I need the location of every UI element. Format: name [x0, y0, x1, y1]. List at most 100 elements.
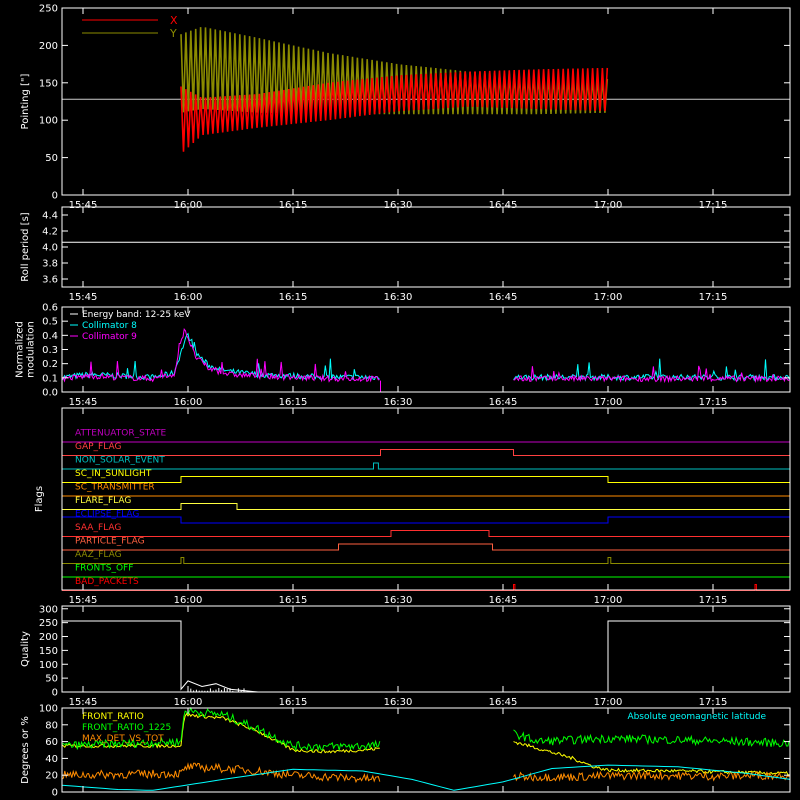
y-tick-label: 300	[39, 604, 58, 615]
y-tick-label: 0.6	[42, 303, 58, 314]
y-tick-label: 3.8	[42, 259, 58, 270]
panel-frame-quality	[61, 605, 791, 693]
x-tick-label: 16:00	[174, 697, 203, 708]
x-tick-label: 17:00	[594, 697, 623, 708]
x-tick-label: 16:30	[384, 397, 413, 408]
y-axis-label: Pointing ["]	[20, 73, 31, 129]
x-tick-label: 16:30	[384, 595, 413, 606]
legend-label: FRONT_RATIO	[82, 712, 144, 722]
y-tick-label: 0.3	[42, 345, 58, 356]
x-tick-label: 17:00	[594, 595, 623, 606]
y-tick-label: 200	[39, 632, 58, 643]
y-tick-label: 4.0	[42, 243, 58, 254]
y-tick-label: 0.0	[42, 388, 58, 399]
flag-label: SC_TRANSMITTER	[75, 483, 155, 493]
x-tick-label: 16:45	[489, 697, 518, 708]
x-tick-label: 16:30	[384, 697, 413, 708]
x-tick-label: 15:45	[69, 697, 98, 708]
y-tick-label: 100	[39, 660, 58, 671]
y-tick-label: 20	[45, 771, 58, 782]
x-tick-label: 16:45	[489, 397, 518, 408]
y-axis-label: Degrees or %	[20, 716, 31, 784]
panel-quality	[62, 620, 790, 693]
x-tick-label: 16:15	[279, 292, 308, 303]
flag-label: ATTENUATOR_STATE	[75, 429, 167, 439]
series-x	[180, 67, 609, 152]
y-tick-label: 250	[39, 4, 58, 15]
flag-label: BAD_PACKETS	[75, 577, 139, 587]
series-quality	[62, 620, 790, 693]
x-tick-label: 17:15	[699, 697, 728, 708]
y-tick-label: 150	[39, 646, 58, 657]
y-axis-label: Normalized	[15, 321, 26, 378]
y-tick-label: 80	[45, 720, 58, 731]
y-tick-label: 100	[39, 704, 58, 715]
panel-pointing: XY	[62, 14, 790, 152]
y-tick-label: 3.6	[42, 275, 58, 286]
legend-label: Collimator 8	[82, 321, 137, 331]
x-tick-label: 17:15	[699, 595, 728, 606]
x-tick-label: 16:15	[279, 595, 308, 606]
flag-label: PARTICLE_FLAG	[75, 537, 145, 547]
x-tick-label: 17:15	[699, 292, 728, 303]
flag-label: GAP_FLAG	[75, 442, 121, 452]
y-tick-label: 0	[52, 191, 58, 202]
flag-label: FLARE_FLAG	[75, 496, 131, 506]
flag-label: NON_SOLAR_EVENT	[75, 456, 165, 466]
legend-label: X	[170, 14, 178, 27]
y-tick-label: 4.4	[42, 211, 58, 222]
y-axis-label: Flags	[34, 486, 45, 512]
flag-label: FRONTS_OFF	[75, 564, 133, 574]
panel-flags: ATTENUATOR_STATE GAP_FLAG NON_SOLAR_EVENT S…	[62, 429, 790, 591]
y-tick-label: 0	[52, 788, 58, 799]
series-collimator-9	[61, 328, 790, 384]
legend-label: Y	[169, 27, 177, 40]
y-tick-label: 4.2	[42, 227, 58, 238]
x-tick-label: 16:30	[384, 292, 413, 303]
x-tick-label: 16:45	[489, 595, 518, 606]
x-tick-label: 16:15	[279, 397, 308, 408]
x-tick-label: 16:15	[279, 697, 308, 708]
legend-label: FRONT_RATIO_1225	[82, 723, 171, 733]
x-tick-label: 15:45	[69, 292, 98, 303]
annotation-label: Absolute geomagnetic latitude	[627, 712, 766, 722]
legend-label: MAX_DET_VS_TOT	[82, 734, 164, 744]
flag-line	[62, 476, 790, 483]
flag-line	[62, 449, 790, 456]
panel-modulation: Energy band: 12-25 keVCollimator 8Collim…	[61, 310, 790, 392]
x-tick-label: 17:00	[594, 397, 623, 408]
y-tick-label: 40	[45, 754, 58, 765]
flag-line	[62, 462, 790, 470]
y-tick-label: 0.5	[42, 317, 58, 328]
flag-line	[62, 516, 790, 524]
panel-frame-flags	[61, 407, 791, 591]
y-tick-label: 0	[52, 688, 58, 699]
x-tick-label: 16:00	[174, 595, 203, 606]
flag-label: SAA_FLAG	[75, 523, 121, 533]
series-collimator-8	[61, 332, 790, 382]
flag-label: AAZ_FLAG	[75, 550, 122, 560]
flag-line	[62, 530, 790, 537]
legend-label: Collimator 9	[82, 332, 137, 342]
y-tick-label: 100	[39, 116, 58, 127]
x-tick-label: 16:00	[174, 292, 203, 303]
y-tick-label: 0.1	[42, 373, 58, 384]
x-tick-label: 16:45	[489, 292, 518, 303]
legend-label: Energy band: 12-25 keV	[82, 310, 191, 320]
y-tick-label: 50	[45, 674, 58, 685]
y-tick-label: 250	[39, 618, 58, 629]
chart-canvas: XY 15:45 16:00 16:15 16:30 16:45 17:00 17:15 0 50…	[15, 4, 791, 799]
y-axis-label: Roll period [s]	[20, 212, 31, 281]
y-tick-label: 60	[45, 737, 58, 748]
y-axis-label: modulation	[26, 321, 37, 378]
x-tick-label: 17:15	[699, 397, 728, 408]
flag-line	[62, 543, 790, 551]
series-max_det_vs_tot	[61, 762, 790, 784]
flag-label: SC_IN_SUNLIGHT	[75, 469, 152, 479]
panel-ratios: FRONT_RATIOFRONT_RATIO_1225MAX_DET_VS_TO…	[61, 706, 791, 791]
x-tick-label: 17:00	[594, 292, 623, 303]
x-tick-label: 15:45	[69, 397, 98, 408]
x-tick-label: 16:00	[174, 397, 203, 408]
y-tick-label: 200	[39, 41, 58, 52]
y-tick-label: 50	[45, 153, 58, 164]
